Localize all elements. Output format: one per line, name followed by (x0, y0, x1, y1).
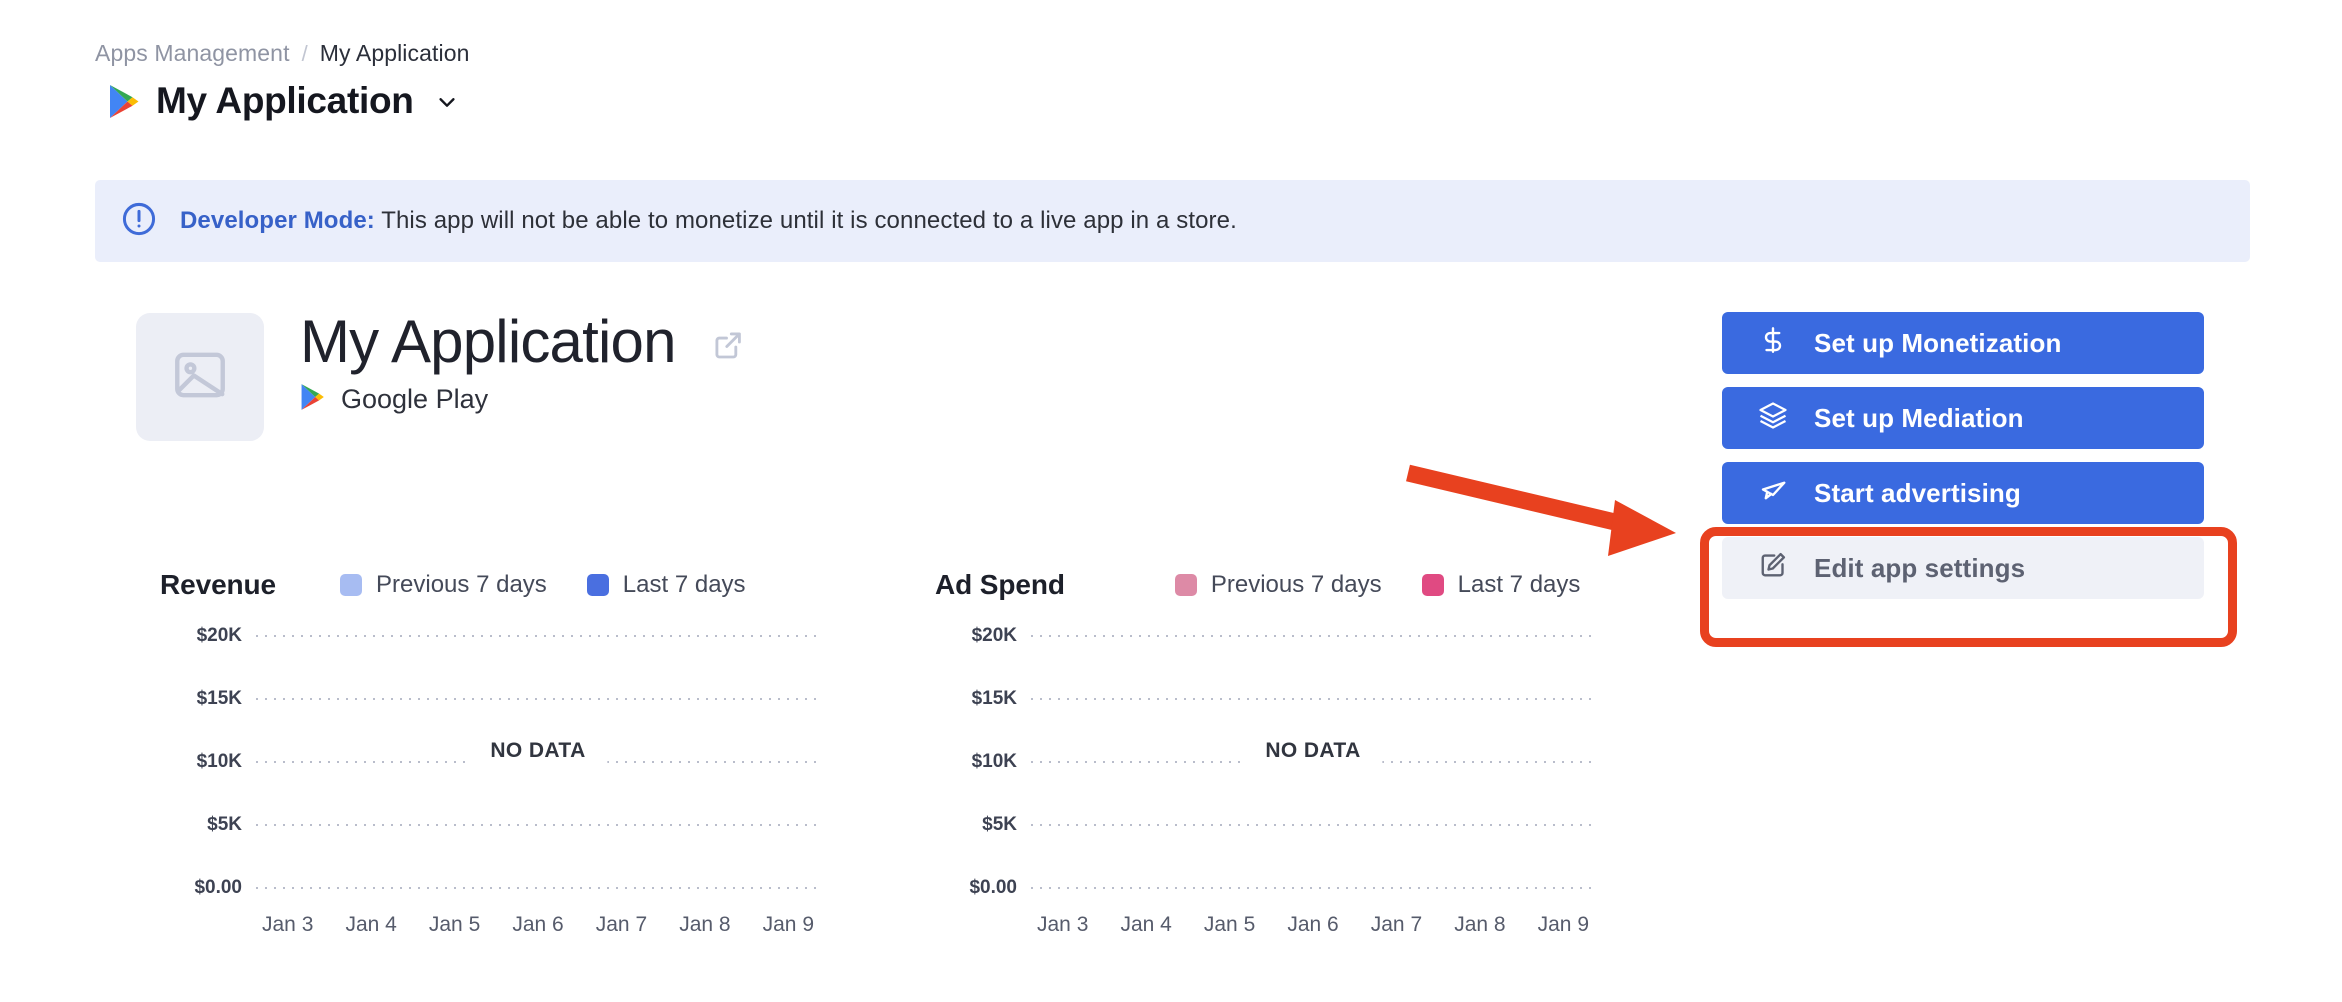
grid-row: $5K (160, 814, 820, 836)
x-axis-tick: Jan 5 (1204, 913, 1255, 937)
x-axis-tick: Jan 5 (429, 913, 480, 937)
grid-row: $0.00 (160, 877, 820, 899)
chart-legend: Previous 7 days Last 7 days (1175, 571, 1581, 599)
legend-label: Previous 7 days (376, 571, 547, 599)
y-axis-tick: $5K (160, 814, 242, 836)
gridline (256, 824, 820, 826)
button-label: Start advertising (1814, 478, 2021, 509)
external-link-icon[interactable] (710, 327, 746, 368)
x-axis-tick: Jan 7 (596, 913, 647, 937)
breadcrumb-parent-link[interactable]: Apps Management (95, 40, 290, 67)
chart-empty-state: NO DATA (1243, 739, 1382, 763)
chart-header: Ad Spend Previous 7 days Last 7 days (935, 565, 1595, 605)
y-axis-tick: $5K (935, 814, 1017, 836)
legend-swatch (1422, 574, 1444, 596)
x-axis-tick: Jan 3 (1037, 913, 1088, 937)
developer-mode-message: This app will not be able to monetize un… (375, 207, 1237, 234)
y-axis-tick: $10K (160, 751, 242, 773)
chevron-down-icon[interactable] (430, 85, 458, 118)
app-store-name: Google Play (341, 384, 488, 415)
app-thumbnail (136, 313, 264, 441)
gridline (256, 887, 820, 889)
x-axis-tick: Jan 7 (1371, 913, 1422, 937)
x-axis-tick: Jan 4 (345, 913, 396, 937)
x-axis-tick: Jan 9 (763, 913, 814, 937)
grid-row: $0.00 (935, 877, 1595, 899)
gridline (256, 698, 820, 700)
chart-plot-area: $20K $15K $10K $5K $0.00 NO DATA Jan 3 (935, 625, 1595, 895)
chart-legend: Previous 7 days Last 7 days (340, 571, 746, 599)
chart-empty-state: NO DATA (468, 739, 607, 763)
legend-item: Last 7 days (1422, 571, 1581, 599)
x-axis-tick: Jan 6 (1287, 913, 1338, 937)
x-axis-tick: Jan 9 (1538, 913, 1589, 937)
y-axis-tick: $15K (935, 688, 1017, 710)
start-advertising-button[interactable]: Start advertising (1722, 462, 2204, 524)
gridline (1031, 635, 1595, 637)
annotation-highlight-box (1700, 527, 2237, 647)
google-play-icon (300, 383, 325, 416)
developer-mode-text: Developer Mode: This app will not be abl… (180, 207, 1237, 235)
x-axis: Jan 3 Jan 4 Jan 5 Jan 6 Jan 7 Jan 8 Jan … (256, 913, 820, 937)
chart-title: Revenue (160, 569, 276, 601)
y-axis-tick: $20K (935, 625, 1017, 647)
chart-header: Revenue Previous 7 days Last 7 days (160, 565, 820, 605)
grid-row: $15K (935, 688, 1595, 710)
gridline (256, 635, 820, 637)
grid-row: $20K (935, 625, 1595, 647)
legend-swatch (587, 574, 609, 596)
x-axis-tick: Jan 8 (1454, 913, 1505, 937)
legend-item: Previous 7 days (340, 571, 547, 599)
y-axis-tick: $0.00 (160, 877, 242, 899)
ad-spend-chart: Ad Spend Previous 7 days Last 7 days $20… (935, 565, 1595, 895)
developer-mode-banner: Developer Mode: This app will not be abl… (95, 180, 2250, 262)
y-axis-tick: $10K (935, 751, 1017, 773)
y-axis-tick: $0.00 (935, 877, 1017, 899)
x-axis: Jan 3 Jan 4 Jan 5 Jan 6 Jan 7 Jan 8 Jan … (1031, 913, 1595, 937)
x-axis-tick: Jan 3 (262, 913, 313, 937)
app-name: My Application (300, 310, 676, 373)
info-circle-icon (120, 200, 158, 243)
legend-item: Last 7 days (587, 571, 746, 599)
megaphone-icon (1758, 475, 1788, 512)
legend-swatch (340, 574, 362, 596)
x-axis-tick: Jan 4 (1120, 913, 1171, 937)
legend-item: Previous 7 days (1175, 571, 1382, 599)
app-header: My Application Google Play (300, 310, 746, 416)
x-axis-tick: Jan 8 (679, 913, 730, 937)
button-label: Set up Monetization (1814, 328, 2061, 359)
chart-plot-area: $20K $15K $10K $5K $0.00 NO DATA Jan 3 (160, 625, 820, 895)
page-title-row[interactable]: My Application (108, 80, 458, 122)
chart-title: Ad Spend (935, 569, 1065, 601)
grid-row: $15K (160, 688, 820, 710)
dollar-sign-icon (1758, 325, 1788, 362)
gridline (1031, 824, 1595, 826)
gridline (1031, 887, 1595, 889)
layers-stack-icon (1758, 400, 1788, 437)
grid-row: $20K (160, 625, 820, 647)
y-axis-tick: $15K (160, 688, 242, 710)
breadcrumb-current: My Application (320, 40, 470, 67)
arrow-pointing-to-edit-app-settings (1408, 473, 1676, 556)
set-up-mediation-button[interactable]: Set up Mediation (1722, 387, 2204, 449)
legend-swatch (1175, 574, 1197, 596)
image-placeholder-icon (169, 344, 231, 411)
legend-label: Previous 7 days (1211, 571, 1382, 599)
x-axis-tick: Jan 6 (512, 913, 563, 937)
app-detail-page: Apps Management / My Application My Appl… (0, 0, 2342, 1002)
developer-mode-label: Developer Mode: (180, 207, 375, 234)
google-play-icon (108, 84, 140, 119)
breadcrumb: Apps Management / My Application (95, 40, 470, 67)
y-axis-tick: $20K (160, 625, 242, 647)
set-up-monetization-button[interactable]: Set up Monetization (1722, 312, 2204, 374)
revenue-chart: Revenue Previous 7 days Last 7 days $20K… (160, 565, 820, 895)
breadcrumb-separator: / (302, 41, 308, 67)
gridline (1031, 698, 1595, 700)
page-title: My Application (156, 80, 414, 122)
app-store-line: Google Play (300, 383, 746, 416)
grid-row: $5K (935, 814, 1595, 836)
button-label: Set up Mediation (1814, 403, 2024, 434)
legend-label: Last 7 days (1458, 571, 1581, 599)
legend-label: Last 7 days (623, 571, 746, 599)
